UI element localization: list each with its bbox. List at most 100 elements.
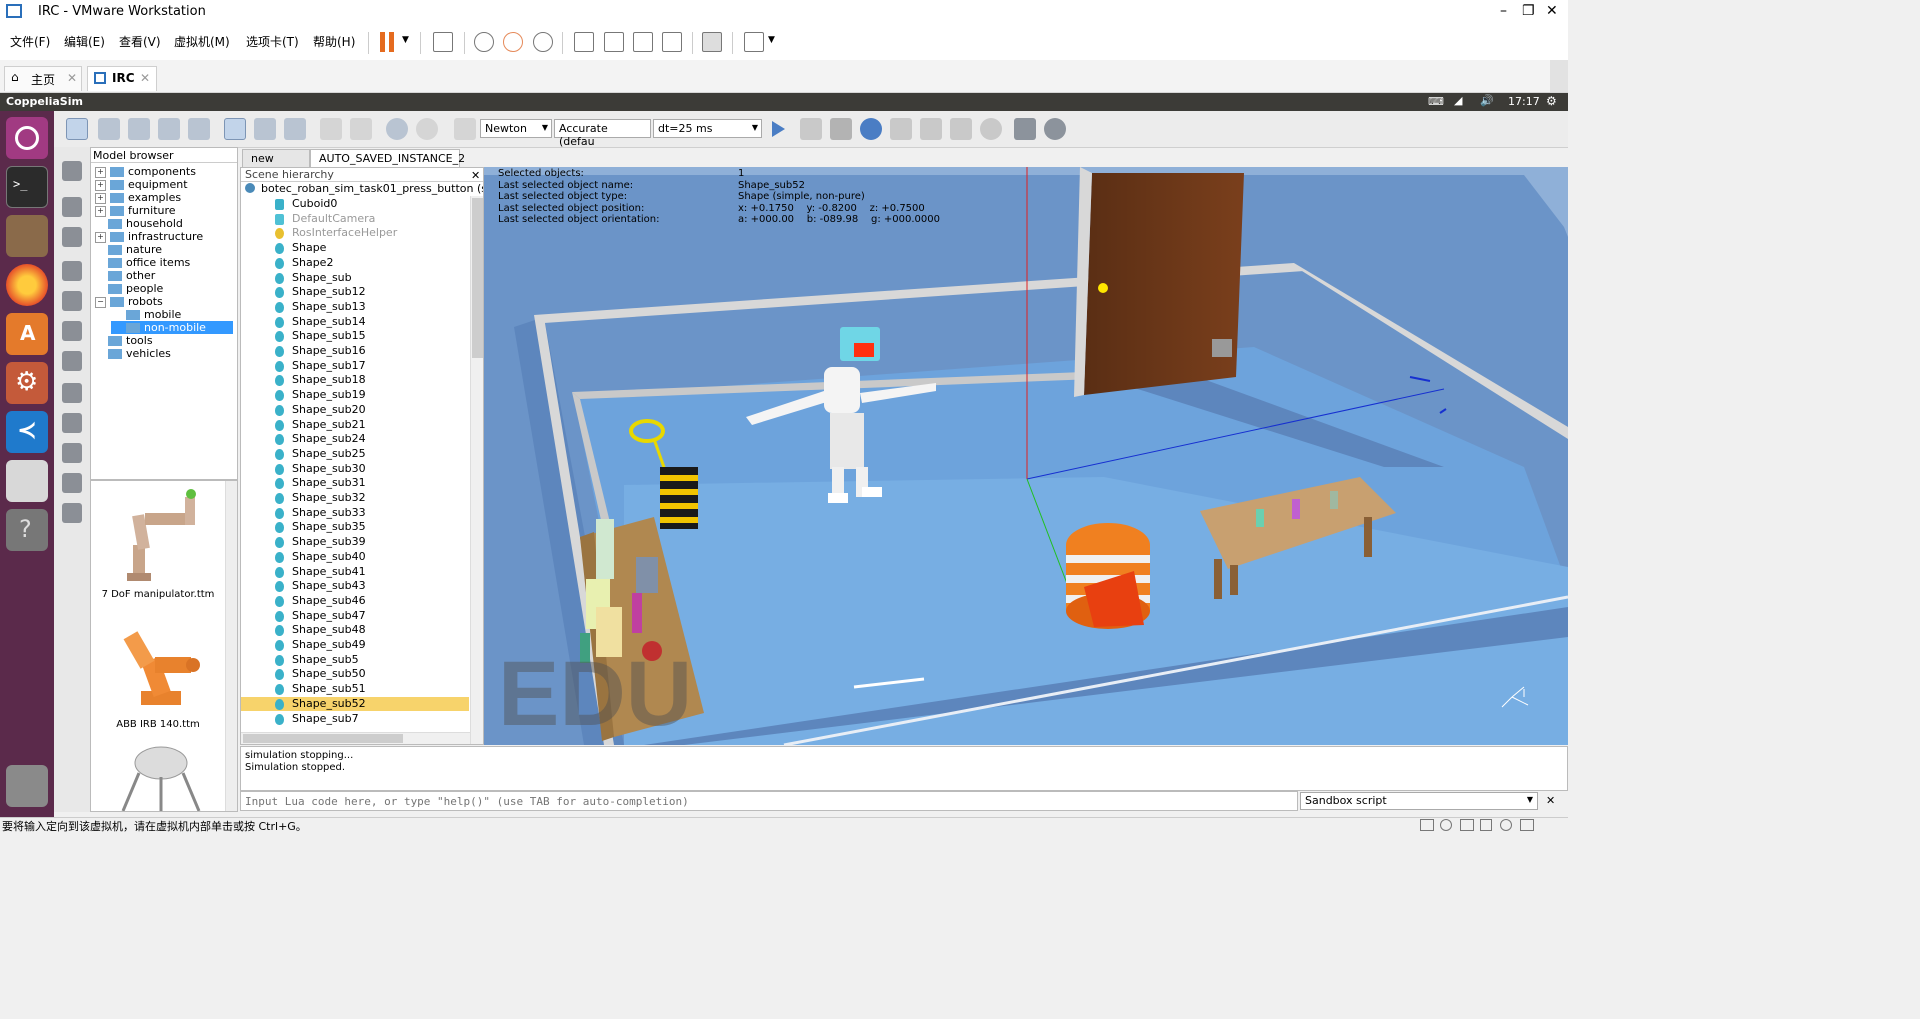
hierarchy-item[interactable]: Shape_sub13: [241, 300, 469, 315]
hierarchy-item[interactable]: Shape_sub17: [241, 359, 469, 374]
model-folder-vehicles[interactable]: vehicles: [95, 347, 171, 360]
menu-view[interactable]: 查看(V): [119, 33, 161, 50]
assemble-icon[interactable]: [320, 118, 342, 140]
hierarchy-item[interactable]: Shape_sub5: [241, 653, 469, 668]
tab-new-scene[interactable]: new scene: [242, 149, 310, 178]
object-shift-icon[interactable]: [254, 118, 276, 140]
user-settings-icon[interactable]: [62, 503, 82, 523]
abb-irb-140-thumbnail[interactable]: [111, 613, 211, 713]
close-icon[interactable]: ✕: [1546, 3, 1558, 19]
network-icon[interactable]: ◢: [1454, 94, 1462, 107]
sound-icon[interactable]: [1500, 819, 1512, 831]
hierarchy-item[interactable]: RosInterfaceHelper: [241, 226, 469, 241]
click-select-icon[interactable]: [224, 118, 246, 140]
cd-icon[interactable]: [1440, 819, 1452, 831]
hierarchy-item[interactable]: Shape_sub15: [241, 329, 469, 344]
hierarchy-item[interactable]: Shape_sub40: [241, 550, 469, 565]
network-adapter-icon[interactable]: [1460, 819, 1474, 831]
expand-icon[interactable]: [95, 259, 104, 268]
software-center-icon[interactable]: A: [6, 313, 48, 355]
scrollbar-thumb[interactable]: [243, 734, 403, 743]
scrollbar[interactable]: [470, 196, 483, 744]
unity-mode-icon[interactable]: [662, 32, 682, 52]
hierarchy-item[interactable]: Shape_sub30: [241, 462, 469, 477]
scrollbar[interactable]: [225, 481, 237, 811]
scrollbar[interactable]: [1550, 60, 1568, 92]
hierarchy-item[interactable]: Shape_sub46: [241, 594, 469, 609]
collapse-icon[interactable]: −: [95, 296, 106, 308]
speed-up-icon[interactable]: [920, 118, 942, 140]
close-tab-icon[interactable]: ✕: [140, 71, 150, 85]
expand-icon[interactable]: +: [95, 205, 106, 217]
hierarchy-item[interactable]: Shape_sub: [241, 271, 469, 286]
lua-command-input[interactable]: [240, 791, 1298, 811]
camera-shift-icon[interactable]: [128, 118, 150, 140]
keyboard-icon[interactable]: ⌨: [1428, 95, 1444, 108]
hierarchy-item[interactable]: Shape_sub39: [241, 535, 469, 550]
menu-vm[interactable]: 虚拟机(M): [174, 33, 230, 50]
help-icon[interactable]: ?: [6, 509, 48, 551]
undo-icon[interactable]: [386, 118, 408, 140]
send-ctrl-alt-del-icon[interactable]: [433, 32, 453, 52]
scene-render[interactable]: EDU: [484, 167, 1568, 745]
realtime-icon[interactable]: [860, 118, 882, 140]
hierarchy-item[interactable]: Shape_sub7: [241, 712, 469, 727]
physics-engine-select[interactable]: Newton ▼: [480, 119, 552, 138]
hierarchy-item[interactable]: Shape_sub20: [241, 403, 469, 418]
hierarchy-item[interactable]: Shape2: [241, 256, 469, 271]
expand-icon[interactable]: [95, 337, 104, 346]
hierarchy-item[interactable]: Shape_sub12: [241, 285, 469, 300]
usb-icon[interactable]: [1480, 819, 1492, 831]
hierarchy-item[interactable]: Shape_sub47: [241, 609, 469, 624]
model-folder-infrastructure[interactable]: + infrastructure: [95, 230, 203, 243]
transfer-dna-icon[interactable]: [350, 118, 372, 140]
pause-icon[interactable]: [380, 32, 385, 52]
revert-snapshot-icon[interactable]: [503, 32, 523, 52]
text-editor-icon[interactable]: [6, 460, 48, 502]
model-folder-mobile[interactable]: mobile: [111, 308, 181, 321]
fit-to-view-icon[interactable]: [188, 118, 210, 140]
scene-viewport[interactable]: EDU Selected objects: 1 Last selected obje…: [484, 167, 1568, 745]
hierarchy-item[interactable]: Shape_sub25: [241, 447, 469, 462]
collections-icon[interactable]: [62, 227, 82, 247]
terminal-icon[interactable]: >_: [6, 166, 48, 208]
chevron-down-icon[interactable]: ▼: [768, 35, 775, 45]
hierarchy-item[interactable]: Shape_sub21: [241, 418, 469, 433]
thumbnail-bar-icon[interactable]: [604, 32, 624, 52]
expand-icon[interactable]: +: [95, 166, 106, 178]
hierarchy-item[interactable]: Shape_sub16: [241, 344, 469, 359]
tab-irc[interactable]: IRC ✕: [87, 66, 157, 91]
close-tab-icon[interactable]: ✕: [67, 71, 77, 85]
model-folder-equipment[interactable]: + equipment: [95, 178, 188, 191]
slow-down-icon[interactable]: [890, 118, 912, 140]
model-folder-other[interactable]: other: [95, 269, 155, 282]
minimize-icon[interactable]: –: [1500, 3, 1507, 19]
restore-icon[interactable]: ❐: [1522, 3, 1535, 19]
model-folder-people[interactable]: people: [95, 282, 163, 295]
camera-rotate-icon[interactable]: [98, 118, 120, 140]
script-select[interactable]: Sandbox script ▼: [1300, 792, 1538, 810]
hierarchy-item[interactable]: Shape_sub41: [241, 565, 469, 580]
sidebar-toggle-icon[interactable]: [574, 32, 594, 52]
thread-rendering-icon[interactable]: [950, 118, 972, 140]
hierarchy-item[interactable]: Shape_sub19: [241, 388, 469, 403]
model-folder-tools[interactable]: tools: [95, 334, 153, 347]
expand-icon[interactable]: +: [95, 179, 106, 191]
hierarchy-item[interactable]: Shape_sub49: [241, 638, 469, 653]
close-icon[interactable]: ✕: [1546, 794, 1555, 807]
shape-edit-icon[interactable]: [62, 291, 82, 311]
expand-icon[interactable]: [95, 246, 104, 255]
stretch-guest-icon[interactable]: [744, 32, 764, 52]
firefox-icon[interactable]: [6, 264, 48, 306]
dynamics-contact-icon[interactable]: [454, 118, 476, 140]
console-view-icon[interactable]: [702, 32, 722, 52]
hierarchy-item[interactable]: Shape_sub51: [241, 682, 469, 697]
display-icon[interactable]: [1520, 819, 1534, 831]
layers-icon[interactable]: [62, 443, 82, 463]
camera-pan-icon[interactable]: [66, 118, 88, 140]
redo-icon[interactable]: [416, 118, 438, 140]
hierarchy-item[interactable]: Shape_sub32: [241, 491, 469, 506]
power-gear-icon[interactable]: ⚙: [1546, 94, 1557, 108]
expand-icon[interactable]: [95, 272, 104, 281]
path-edit-icon[interactable]: [62, 321, 82, 341]
